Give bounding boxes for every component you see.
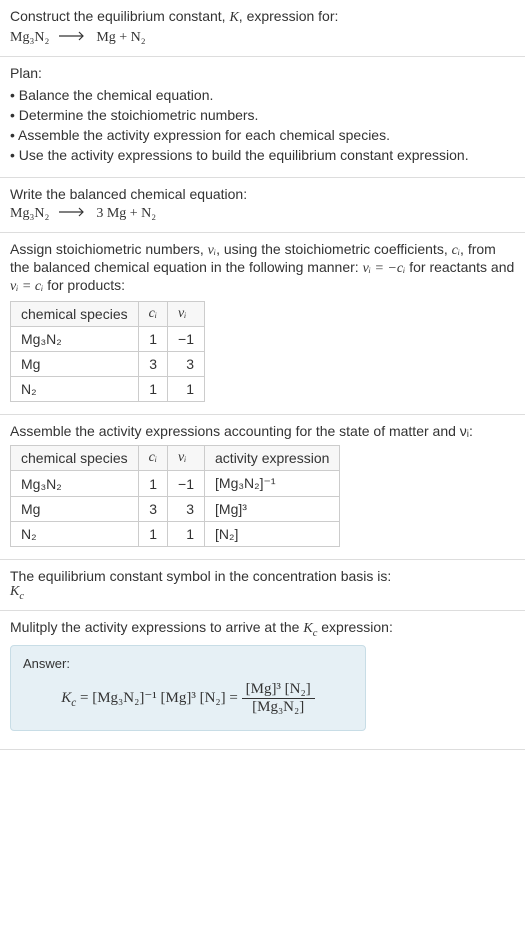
table-row: N₂ 1 1 [N₂] [11,522,340,547]
cell-c: 3 [138,352,167,377]
kc-fraction: [Mg]³ [N₂] [Mg₃N₂] [242,681,315,716]
cell-species: N₂ [11,377,139,402]
list-item: • Balance the chemical equation. [10,85,515,105]
cell-v: −1 [168,327,205,352]
cell-species: N₂ [11,522,139,547]
ci-header: cᵢ [149,306,157,321]
eq-rhs: 3 Mg + N₂ [96,206,156,221]
cell-act: [Mg₃N₂]⁻¹ [205,471,340,497]
balanced-equation: Mg₃N₂ 3 Mg + N₂ [10,202,515,224]
plan-section: Plan: • Balance the chemical equation. •… [0,57,525,178]
cell-c: 1 [138,471,167,497]
cell-c: 1 [138,327,167,352]
list-item: • Use the activity expressions to build … [10,145,515,165]
answer-box: Answer: Kc = [Mg₃N₂]⁻¹ [Mg]³ [N₂] = [Mg]… [10,645,366,731]
balanced-section: Write the balanced chemical equation: Mg… [0,178,525,233]
cell-species: Mg₃N₂ [11,471,139,497]
kc-symbol: Kc [10,584,515,602]
col-species: chemical species [11,446,139,471]
cell-species: Mg [11,352,139,377]
cell-v: 3 [168,497,205,522]
stoich-table: chemical species cᵢ νᵢ Mg₃N₂ 1 −1 Mg 3 3… [10,301,205,402]
cell-c: 3 [138,497,167,522]
text: expression: [317,619,392,635]
vi-header: νᵢ [178,450,186,465]
title-text-2: , expression for: [239,8,339,24]
unbalanced-equation: Mg₃N₂ Mg + N₂ [10,26,515,48]
eq-lhs: Mg₃N₂ [10,206,49,221]
col-ci: cᵢ [138,302,167,327]
eq-rhs: Mg + N₂ [96,30,145,45]
list-item: • Determine the stoichiometric numbers. [10,105,515,125]
symbol-section: The equilibrium constant symbol in the c… [0,560,525,611]
cell-act: [N₂] [205,522,340,547]
text: , using the stoichiometric coefficients, [216,241,452,257]
list-item: • Assemble the activity expression for e… [10,125,515,145]
cell-c: 1 [138,522,167,547]
table-row: Mg 3 3 [Mg]³ [11,497,340,522]
col-vi: νᵢ [168,302,205,327]
cell-species: Mg₃N₂ [11,327,139,352]
text: Assign stoichiometric numbers, [10,241,208,257]
fraction-denominator: [Mg₃N₂] [242,699,315,716]
plan-heading: Plan: [10,65,515,81]
title-text-1: Construct the equilibrium constant, [10,8,229,24]
header-section: Construct the equilibrium constant, K, e… [0,0,525,57]
plan-item-text: Determine the stoichiometric numbers. [19,107,259,123]
plan-item-text: Use the activity expressions to build th… [19,147,469,163]
cell-c: 1 [138,377,167,402]
nu-i: νᵢ [208,243,216,258]
answer-label: Answer: [23,656,353,671]
col-vi: νᵢ [168,446,205,471]
table-header-row: chemical species cᵢ νᵢ activity expressi… [11,446,340,471]
cell-v: 1 [168,522,205,547]
reaction-arrow-icon [59,206,87,222]
plan-item-text: Assemble the activity expression for eac… [18,127,390,143]
plan-item-text: Balance the chemical equation. [19,87,214,103]
text: for reactants and [405,259,514,275]
cell-v: 1 [168,377,205,402]
col-ci: cᵢ [138,446,167,471]
c-i: cᵢ [452,243,460,258]
reaction-arrow-icon [59,30,87,46]
balanced-heading: Write the balanced chemical equation: [10,186,515,202]
kc-lhs: Kc [61,690,76,706]
cell-v: −1 [168,471,205,497]
table-row: Mg₃N₂ 1 −1 [11,327,205,352]
activity-section: Assemble the activity expressions accoun… [0,415,525,560]
table-row: Mg 3 3 [11,352,205,377]
table-row: Mg₃N₂ 1 −1 [Mg₃N₂]⁻¹ [11,471,340,497]
cell-v: 3 [168,352,205,377]
stoich-section: Assign stoichiometric numbers, νᵢ, using… [0,233,525,415]
title-line: Construct the equilibrium constant, K, e… [10,8,515,26]
K-symbol: K [229,10,238,25]
kc-inline: Kc [303,621,317,636]
rule-prod: νᵢ = cᵢ [10,279,43,294]
fraction-numerator: [Mg]³ [N₂] [242,681,315,699]
text: Mulitply the activity expressions to arr… [10,619,303,635]
kc-mid: = [Mg₃N₂]⁻¹ [Mg]³ [N₂] = [76,690,241,706]
activity-table: chemical species cᵢ νᵢ activity expressi… [10,445,340,547]
text: for products: [43,277,125,293]
multiply-line: Mulitply the activity expressions to arr… [10,619,515,639]
plan-list: • Balance the chemical equation. • Deter… [10,85,515,165]
table-header-row: chemical species cᵢ νᵢ [11,302,205,327]
cell-species: Mg [11,497,139,522]
eq-lhs: Mg₃N₂ [10,30,49,45]
kc-expression: Kc = [Mg₃N₂]⁻¹ [Mg]³ [N₂] = [Mg]³ [N₂] [… [23,681,353,716]
vi-header: νᵢ [178,306,186,321]
symbol-line: The equilibrium constant symbol in the c… [10,568,515,584]
col-activity: activity expression [205,446,340,471]
col-species: chemical species [11,302,139,327]
cell-act: [Mg]³ [205,497,340,522]
table-row: N₂ 1 1 [11,377,205,402]
multiply-section: Mulitply the activity expressions to arr… [0,611,525,750]
stoich-intro: Assign stoichiometric numbers, νᵢ, using… [10,241,515,295]
ci-header: cᵢ [149,450,157,465]
rule-react: νᵢ = −cᵢ [363,261,406,276]
activity-intro: Assemble the activity expressions accoun… [10,423,515,439]
